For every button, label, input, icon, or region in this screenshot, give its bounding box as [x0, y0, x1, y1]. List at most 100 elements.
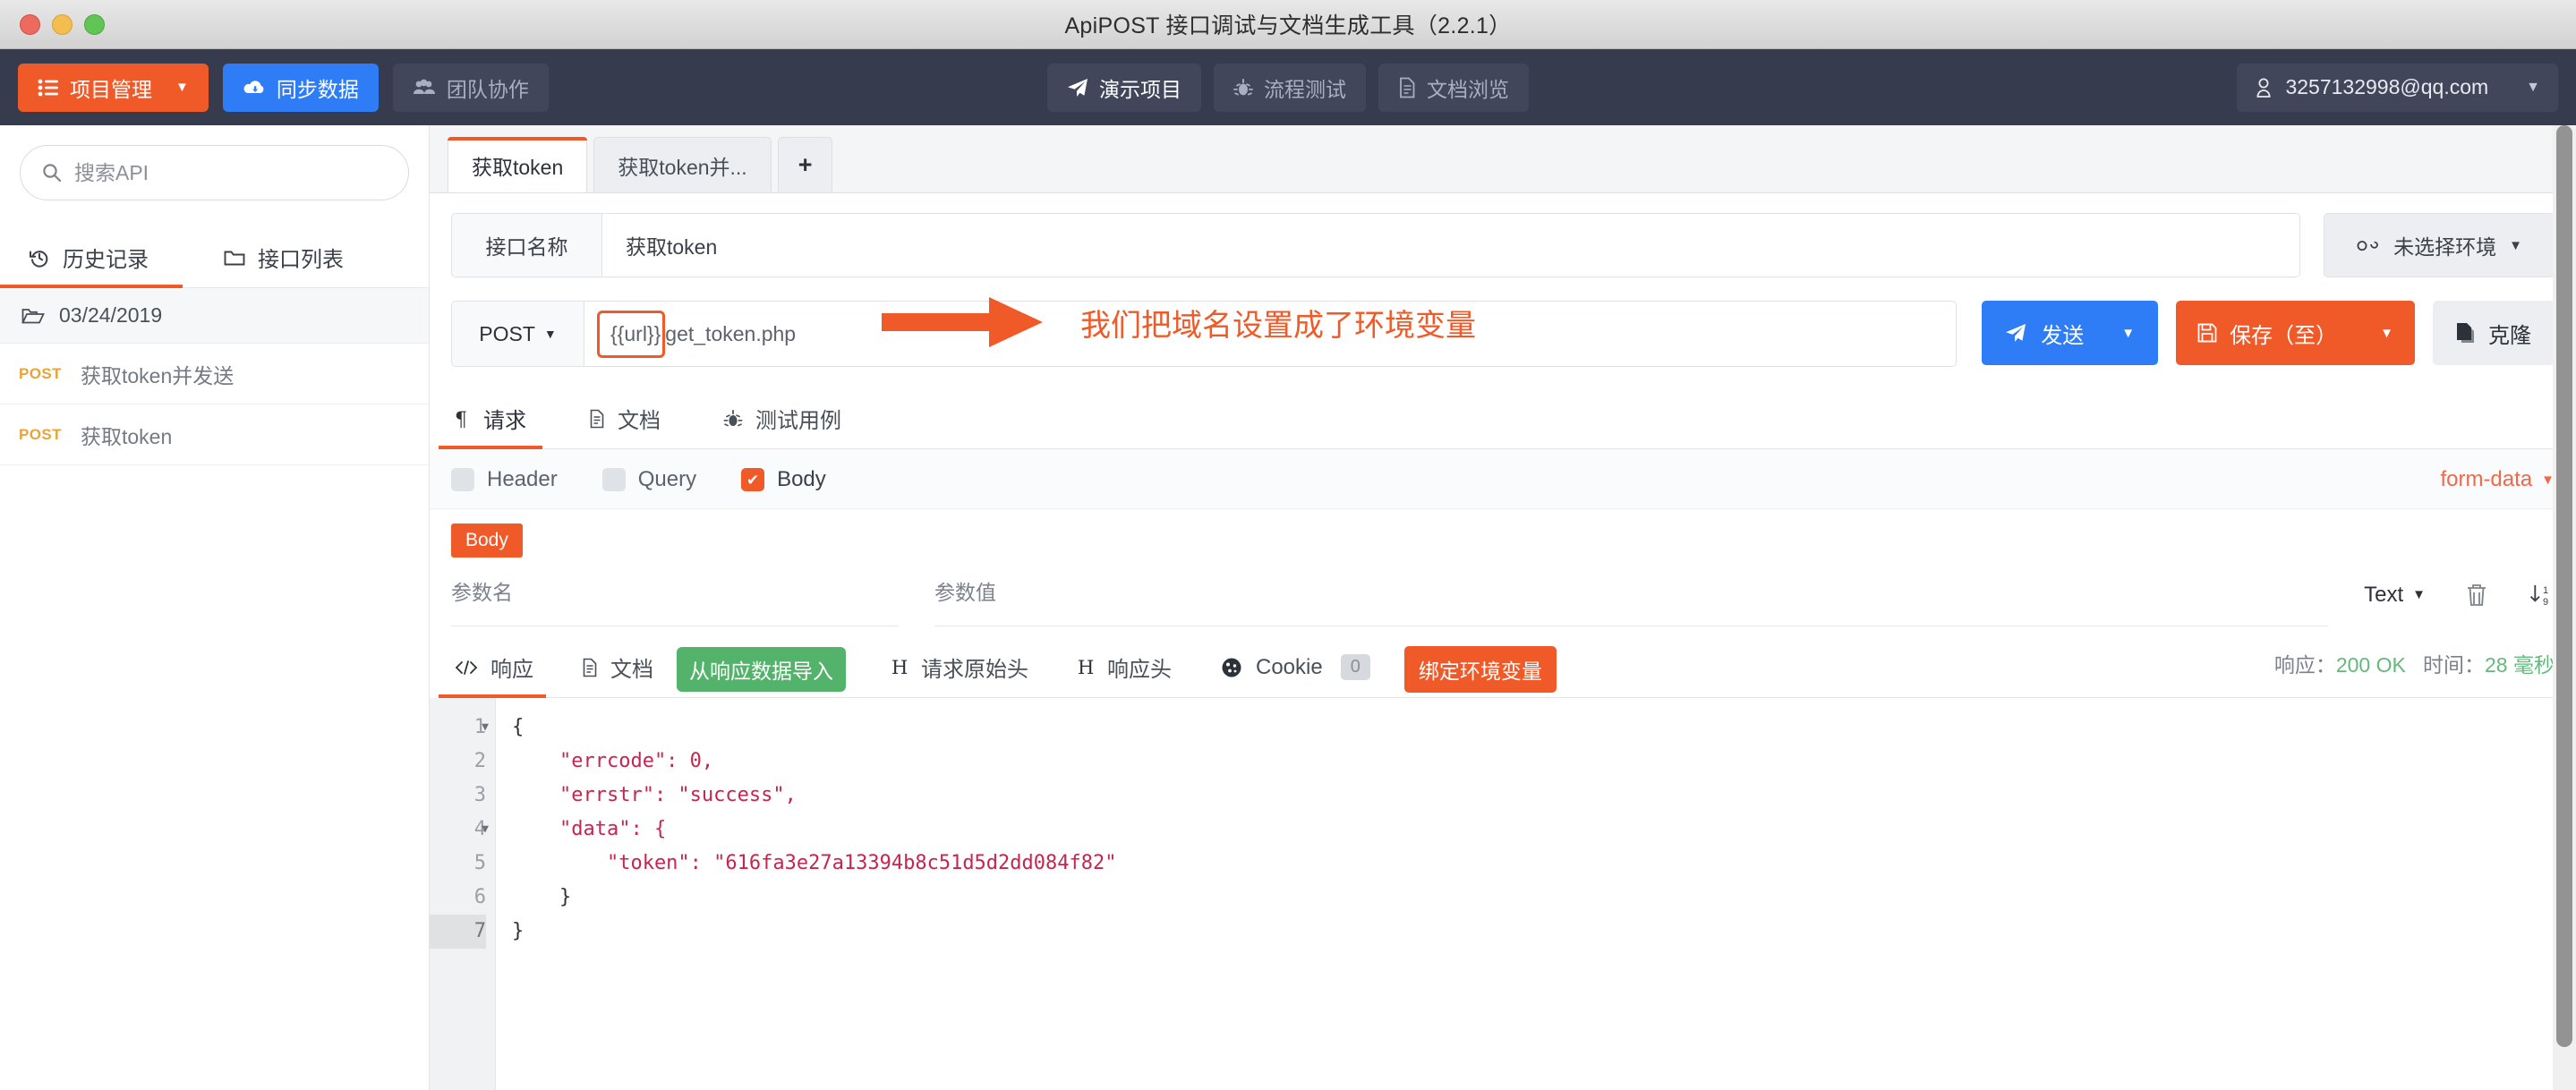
- line-number: 7: [473, 920, 486, 942]
- search-input[interactable]: [74, 160, 387, 185]
- tab-response-label: 响应: [490, 658, 533, 682]
- doc-tab-get-token[interactable]: 获取token: [448, 137, 588, 192]
- trash-icon[interactable]: [2465, 583, 2488, 608]
- code-icon: [455, 660, 478, 676]
- history-icon: [29, 247, 50, 268]
- checkbox-box[interactable]: ✔: [741, 468, 765, 491]
- flow-test-label: 流程测试: [1264, 77, 1346, 101]
- code-line: "errcode": 0,: [512, 745, 2576, 779]
- gutter-line: 6: [430, 881, 486, 915]
- scrollbar-thumb[interactable]: [2556, 125, 2572, 1047]
- tab-request-raw-headers[interactable]: H 请求原始头: [887, 641, 1032, 697]
- svg-text:1: 1: [2543, 585, 2548, 596]
- url-group: POST ▼ {{url}} get_token.php: [451, 301, 1958, 367]
- interface-name-row: 接口名称 未选择环境 ▼: [430, 193, 2576, 277]
- http-method-selector[interactable]: POST ▼: [452, 302, 584, 366]
- user-email-label: 3257132998@qq.com: [2285, 75, 2489, 98]
- sidebar-tab-api-list[interactable]: 接口列表: [217, 229, 351, 287]
- sidebar-tabs: 历史记录 接口列表: [0, 229, 429, 288]
- import-from-response-button[interactable]: 从响应数据导入: [677, 646, 846, 692]
- tab-cookie[interactable]: Cookie 0: [1216, 643, 1374, 694]
- window-title-bar: ApiPOST 接口调试与文档生成工具（2.2.1）: [0, 0, 2576, 49]
- app-toolbar: 项目管理 ▼ 同步数据 团队协作 演示项目 流程测试 文档浏览 32571329…: [0, 49, 2576, 125]
- gutter-line: 4 ▼: [430, 813, 489, 847]
- gutter-line: 2: [430, 745, 486, 779]
- checkbox-box[interactable]: [451, 468, 474, 491]
- chevron-down-icon[interactable]: ▼: [2121, 326, 2135, 341]
- team-collab-button[interactable]: 团队协作: [392, 63, 549, 112]
- svg-text:9: 9: [2543, 597, 2548, 608]
- cloud-download-icon: [243, 79, 266, 97]
- param-type-selector[interactable]: Text ▼: [2364, 583, 2426, 608]
- search-api-box[interactable]: [20, 145, 409, 200]
- save-disk-icon: [2197, 323, 2217, 343]
- flow-test-button[interactable]: 流程测试: [1214, 63, 1366, 112]
- param-name-header: 参数名: [451, 575, 899, 626]
- save-button[interactable]: 保存（至） ▼: [2176, 301, 2415, 365]
- doc-tab-get-token-send[interactable]: 获取token并...: [593, 137, 772, 192]
- tab-testcase[interactable]: 测试用例: [720, 394, 845, 448]
- tab-response-doc[interactable]: 文档: [578, 641, 657, 697]
- send-button[interactable]: 发送 ▼: [1982, 301, 2159, 365]
- checkbox-box[interactable]: [601, 468, 626, 491]
- chevron-down-icon[interactable]: ▼: [2380, 326, 2393, 341]
- sync-data-button[interactable]: 同步数据: [222, 63, 379, 112]
- api-method-badge: POST: [19, 425, 62, 443]
- list-item[interactable]: POST 获取token并发送: [0, 344, 429, 404]
- demo-project-button[interactable]: 演示项目: [1047, 63, 1201, 112]
- url-input[interactable]: {{url}} get_token.php: [584, 302, 1957, 366]
- doc-tab-label: 获取token并...: [618, 155, 747, 179]
- project-manage-button[interactable]: 项目管理 ▼: [18, 63, 209, 112]
- sort-icon[interactable]: 1 9: [2528, 582, 2555, 609]
- interface-name-input[interactable]: [601, 213, 2300, 277]
- add-tab-button[interactable]: +: [777, 137, 833, 192]
- fold-toggle-icon[interactable]: ▼: [482, 711, 489, 745]
- checkbox-header[interactable]: Header: [451, 467, 558, 492]
- tab-cookie-label: Cookie: [1256, 654, 1323, 679]
- history-folder-row[interactable]: 03/24/2019: [0, 288, 429, 344]
- clone-button[interactable]: 克隆: [2433, 301, 2555, 365]
- team-collab-label: 团队协作: [446, 77, 529, 101]
- editor-code-body[interactable]: { "errcode": 0, "errstr": "success", "da…: [496, 698, 2576, 1090]
- user-account-menu[interactable]: 3257132998@qq.com ▼: [2237, 63, 2558, 112]
- response-status-code: 200 OK: [2335, 652, 2406, 677]
- fold-toggle-icon[interactable]: ▼: [482, 813, 489, 847]
- gutter-line: 7: [430, 915, 486, 949]
- list-item[interactable]: POST 获取token: [0, 404, 429, 465]
- line-number: 2: [473, 750, 486, 772]
- sidebar-tab-history[interactable]: 历史记录: [0, 229, 183, 288]
- checkbox-query[interactable]: Query: [601, 467, 696, 492]
- checkbox-body[interactable]: ✔ Body: [741, 467, 826, 492]
- body-pill[interactable]: Body: [451, 524, 523, 558]
- main-area: 历史记录 接口列表 03/24/2019 POST 获取token并发送 POS…: [0, 125, 2576, 1090]
- doc-browse-button[interactable]: 文档浏览: [1378, 63, 1529, 112]
- content-type-selector[interactable]: form-data ▼: [2440, 467, 2555, 492]
- tab-response[interactable]: 响应: [439, 641, 546, 698]
- tab-request[interactable]: ¶ 请求: [439, 394, 542, 449]
- code-text: }: [512, 920, 525, 942]
- pilcrow-icon: ¶: [455, 409, 471, 429]
- param-value-header: 参数值: [934, 575, 2329, 626]
- h-icon: H: [1077, 658, 1095, 677]
- tab-testcase-label: 测试用例: [755, 409, 841, 433]
- gutter-line: 5: [430, 847, 486, 881]
- response-time-label: 时间：: [2423, 652, 2486, 677]
- gutter-line: 1 ▼: [430, 711, 489, 745]
- tab-response-headers[interactable]: H 响应头: [1073, 641, 1175, 697]
- tab-request-raw-headers-label: 请求原始头: [921, 658, 1028, 682]
- param-section-checkboxes: Header Query ✔ Body form-data ▼: [430, 449, 2576, 509]
- document-icon: [582, 658, 598, 677]
- response-code-editor[interactable]: 1 ▼ 2 3 4 ▼ 5 6 7 { "errcode": 0, "errstr"…: [430, 698, 2576, 1090]
- line-number: 3: [473, 784, 486, 806]
- content-area: 获取token 获取token并... + 接口名称 获取token 未选择环境…: [430, 125, 2576, 1090]
- environment-selector[interactable]: 未选择环境 ▼: [2324, 213, 2555, 277]
- window-scrollbar[interactable]: [2553, 125, 2576, 1090]
- request-panel: 接口名称 未选择环境 ▼ POST ▼: [430, 193, 2576, 1090]
- url-row: POST ▼ {{url}} get_token.php 发送 ▼ 保存（至） …: [430, 277, 2576, 367]
- bind-env-var-button[interactable]: 绑定环境变量: [1403, 645, 1557, 693]
- link-icon: [2356, 238, 2381, 252]
- search-icon: [42, 163, 62, 183]
- code-text: "data": {: [512, 818, 667, 840]
- tab-doc[interactable]: 文档: [585, 394, 664, 448]
- chevron-down-icon: ▼: [543, 327, 557, 341]
